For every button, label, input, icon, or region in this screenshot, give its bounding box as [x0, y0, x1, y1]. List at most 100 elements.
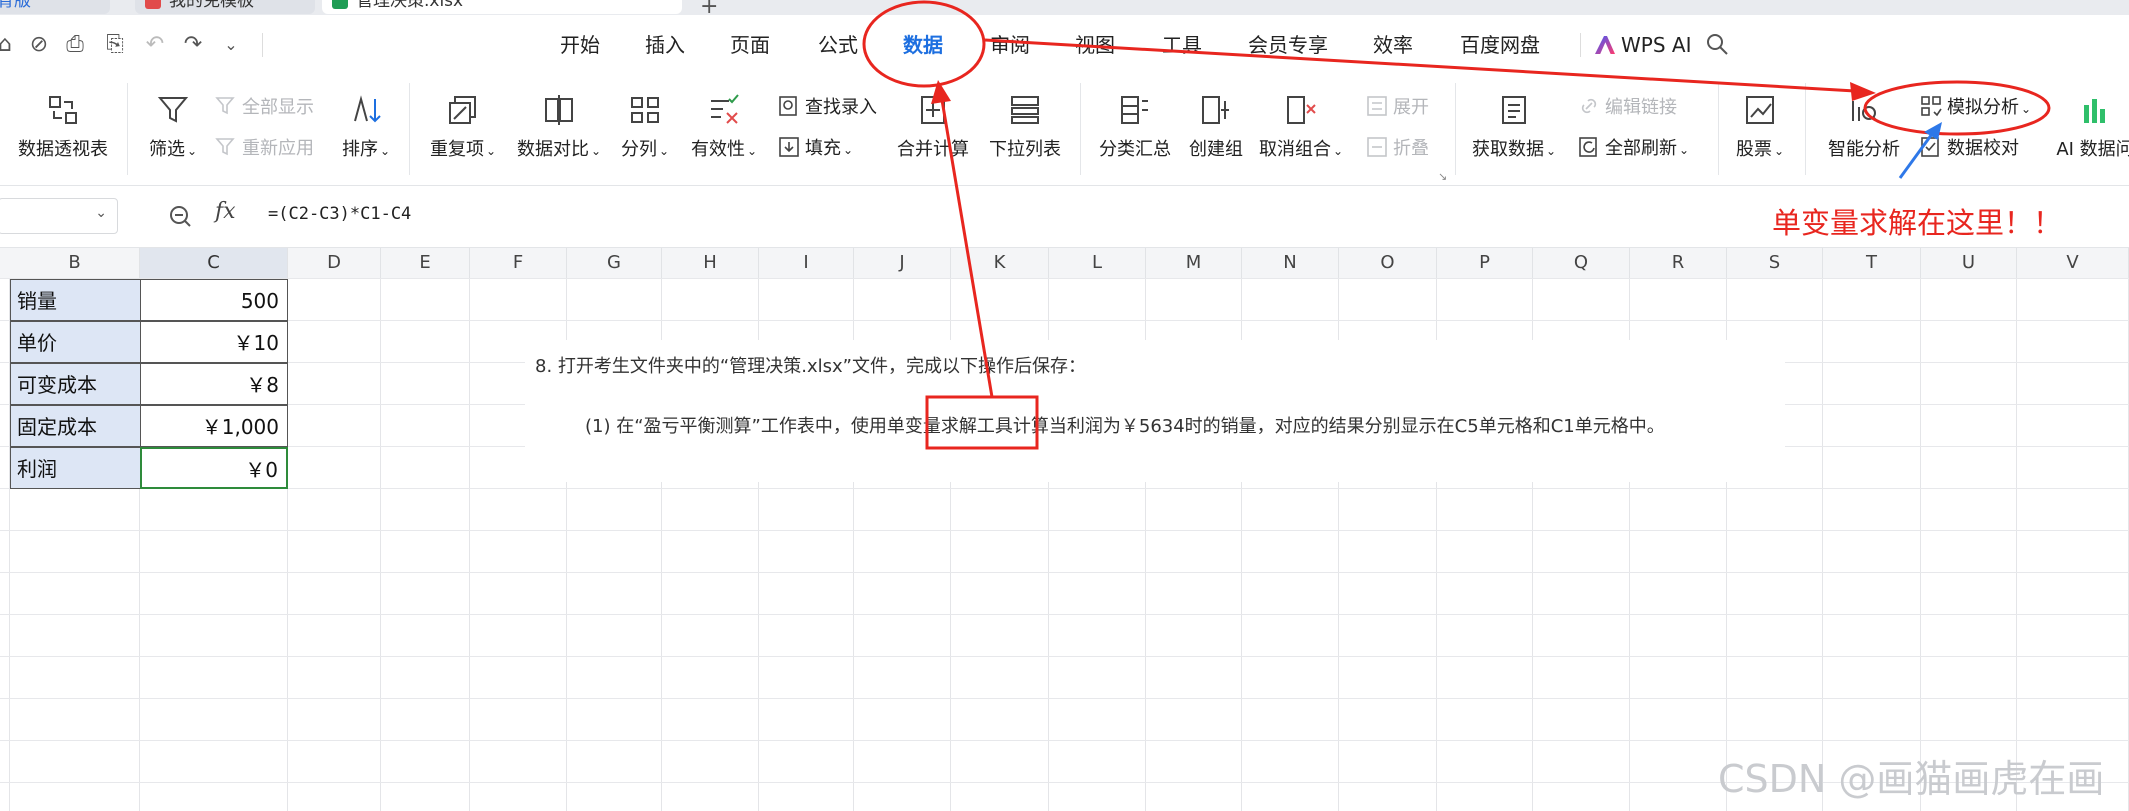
sort-label: 排序 — [341, 139, 378, 160]
formula-input[interactable]: =(C2-C3)*C1-C4 — [268, 204, 411, 224]
collapse-button[interactable]: 折叠 — [1366, 136, 1429, 161]
cell-label[interactable]: 可变成本 — [10, 363, 140, 405]
column-header-q[interactable]: Q — [1533, 248, 1630, 278]
print-icon[interactable]: ⎙ — [62, 32, 88, 58]
pivot-table-button[interactable]: 数据透视表 — [15, 93, 111, 161]
column-header-k[interactable]: K — [951, 248, 1049, 278]
refresh-all-button[interactable]: 全部刷新 ⌄ — [1578, 136, 1689, 162]
refresh-all-label: 全部刷新 — [1605, 138, 1677, 159]
fx-icon[interactable]: fx — [215, 199, 236, 224]
column-header-t[interactable]: T — [1823, 248, 1921, 278]
what-if-analysis-button[interactable]: 模拟分析 ⌄ — [1920, 95, 2031, 121]
column-header-c[interactable]: C — [140, 248, 288, 278]
ungroup-button[interactable]: 取消组合 ⌄ — [1256, 93, 1346, 162]
filter-reapply-icon — [215, 138, 235, 156]
column-header-p[interactable]: P — [1437, 248, 1533, 278]
redo-icon[interactable]: ↷ — [180, 32, 206, 58]
consolidate-button[interactable]: 合并计算 — [893, 93, 973, 161]
menu-view[interactable]: 视图 — [1075, 31, 1115, 59]
column-header-v[interactable]: V — [2017, 248, 2129, 278]
cell-label[interactable]: 单价 — [10, 321, 140, 363]
duplicates-button[interactable]: 重复项 ⌄ — [427, 93, 499, 162]
validity-icon — [711, 94, 739, 124]
create-group-button[interactable]: 创建组 — [1183, 93, 1249, 161]
menu-review[interactable]: 审阅 — [990, 31, 1030, 59]
chevron-down-icon[interactable]: ⌄ — [218, 32, 244, 58]
find-entry-button[interactable]: 查找录入 — [778, 95, 877, 120]
wps-ai-button[interactable]: WPS AI — [1595, 31, 1691, 59]
grid-line — [0, 278, 2129, 279]
cell-label[interactable]: 销量 — [10, 279, 140, 321]
menu-tools[interactable]: 工具 — [1162, 31, 1202, 59]
print-preview-icon[interactable]: ⎘ — [102, 32, 128, 58]
grid-line — [469, 278, 470, 811]
column-header-f[interactable]: F — [470, 248, 567, 278]
collapse-icon — [1367, 137, 1387, 157]
subtotal-button[interactable]: 分类汇总 — [1095, 93, 1175, 161]
data-compare-icon — [545, 95, 573, 125]
menu-bar: ⌂ ⊘ ⎙ ⎘ ↶ ↷ ⌄ 开始 插入 页面 公式 数据 审阅 视图 工具 会员… — [0, 15, 2129, 80]
document-tab[interactable]: 教育版 — [0, 0, 110, 14]
menu-insert[interactable]: 插入 — [645, 31, 685, 59]
column-header-e[interactable]: E — [381, 248, 470, 278]
menu-efficiency[interactable]: 效率 — [1373, 31, 1413, 59]
dialog-launcher-icon[interactable]: ↘ — [1438, 170, 1447, 183]
column-header-s[interactable]: S — [1727, 248, 1823, 278]
menu-baidu-netdisk[interactable]: 百度网盘 — [1460, 31, 1540, 59]
column-header-m[interactable]: M — [1146, 248, 1242, 278]
undo-icon[interactable]: ↶ — [142, 32, 168, 58]
column-header-i[interactable]: I — [759, 248, 854, 278]
column-header-g[interactable]: G — [567, 248, 662, 278]
menu-formula[interactable]: 公式 — [818, 31, 858, 59]
home-icon[interactable]: ⌂ — [0, 32, 18, 58]
dropdown-list-button[interactable]: 下拉列表 — [988, 93, 1062, 161]
column-header-d[interactable]: D — [288, 248, 381, 278]
menu-start[interactable]: 开始 — [560, 31, 600, 59]
column-header-j[interactable]: J — [854, 248, 951, 278]
data-check-button[interactable]: 数据校对 — [1920, 136, 2019, 161]
cell-value[interactable]: ￥10 — [140, 321, 288, 363]
name-box[interactable]: ⌄ — [0, 198, 118, 234]
active-cell[interactable]: ￥0 — [140, 447, 288, 489]
edit-links-button[interactable]: 编辑链接 — [1578, 95, 1677, 120]
zoom-icon[interactable] — [168, 204, 192, 228]
split-column-button[interactable]: 分列 ⌄ — [617, 93, 673, 162]
cell-value[interactable]: ￥8 — [140, 363, 288, 405]
reapply-button[interactable]: 重新应用 — [215, 136, 314, 161]
document-tab[interactable]: 我的免模板 — [135, 0, 315, 14]
cell-value[interactable]: ￥1,000 — [140, 405, 288, 447]
sort-button[interactable]: 排序 ⌄ — [336, 93, 396, 162]
column-header-b[interactable]: B — [10, 248, 140, 278]
menu-page[interactable]: 页面 — [730, 31, 770, 59]
ai-data-button[interactable]: AI 数据问 — [2050, 93, 2129, 161]
document-tab-active[interactable]: 管理决策.xlsx — [322, 0, 682, 14]
fill-button[interactable]: 填充 ⌄ — [778, 136, 853, 162]
column-header-o[interactable]: O — [1339, 248, 1437, 278]
cell-value[interactable]: 500 — [140, 279, 288, 321]
expand-button[interactable]: 展开 — [1366, 95, 1429, 120]
pin-icon[interactable]: ⊘ — [26, 32, 52, 58]
validity-button[interactable]: 有效性 ⌄ — [688, 93, 760, 162]
new-tab-icon[interactable]: + — [700, 0, 718, 15]
get-data-button[interactable]: 获取数据 ⌄ — [1468, 93, 1560, 162]
column-header-n[interactable]: N — [1242, 248, 1339, 278]
split-column-icon — [631, 97, 659, 123]
smart-analysis-button[interactable]: 智能分析 — [1822, 93, 1906, 161]
column-header-u[interactable]: U — [1921, 248, 2017, 278]
chevron-down-icon[interactable]: ⌄ — [95, 205, 107, 221]
filter-button[interactable]: 筛选 ⌄ — [143, 93, 203, 162]
stocks-button[interactable]: 股票 ⌄ — [1730, 93, 1790, 162]
menu-data[interactable]: 数据 — [903, 31, 943, 59]
wps-ai-label: WPS AI — [1621, 33, 1692, 57]
wps-ai-logo-icon — [1595, 36, 1615, 54]
column-header-r[interactable]: R — [1630, 248, 1727, 278]
cell-label[interactable]: 利润 — [10, 447, 140, 489]
search-icon[interactable] — [1705, 32, 1729, 56]
smart-analysis-icon — [1852, 101, 1879, 123]
column-header-l[interactable]: L — [1049, 248, 1146, 278]
cell-label[interactable]: 固定成本 — [10, 405, 140, 447]
data-compare-button[interactable]: 数据对比 ⌄ — [515, 93, 603, 162]
show-all-button[interactable]: 全部显示 — [215, 95, 314, 120]
menu-member[interactable]: 会员专享 — [1248, 31, 1328, 59]
column-header-h[interactable]: H — [662, 248, 759, 278]
